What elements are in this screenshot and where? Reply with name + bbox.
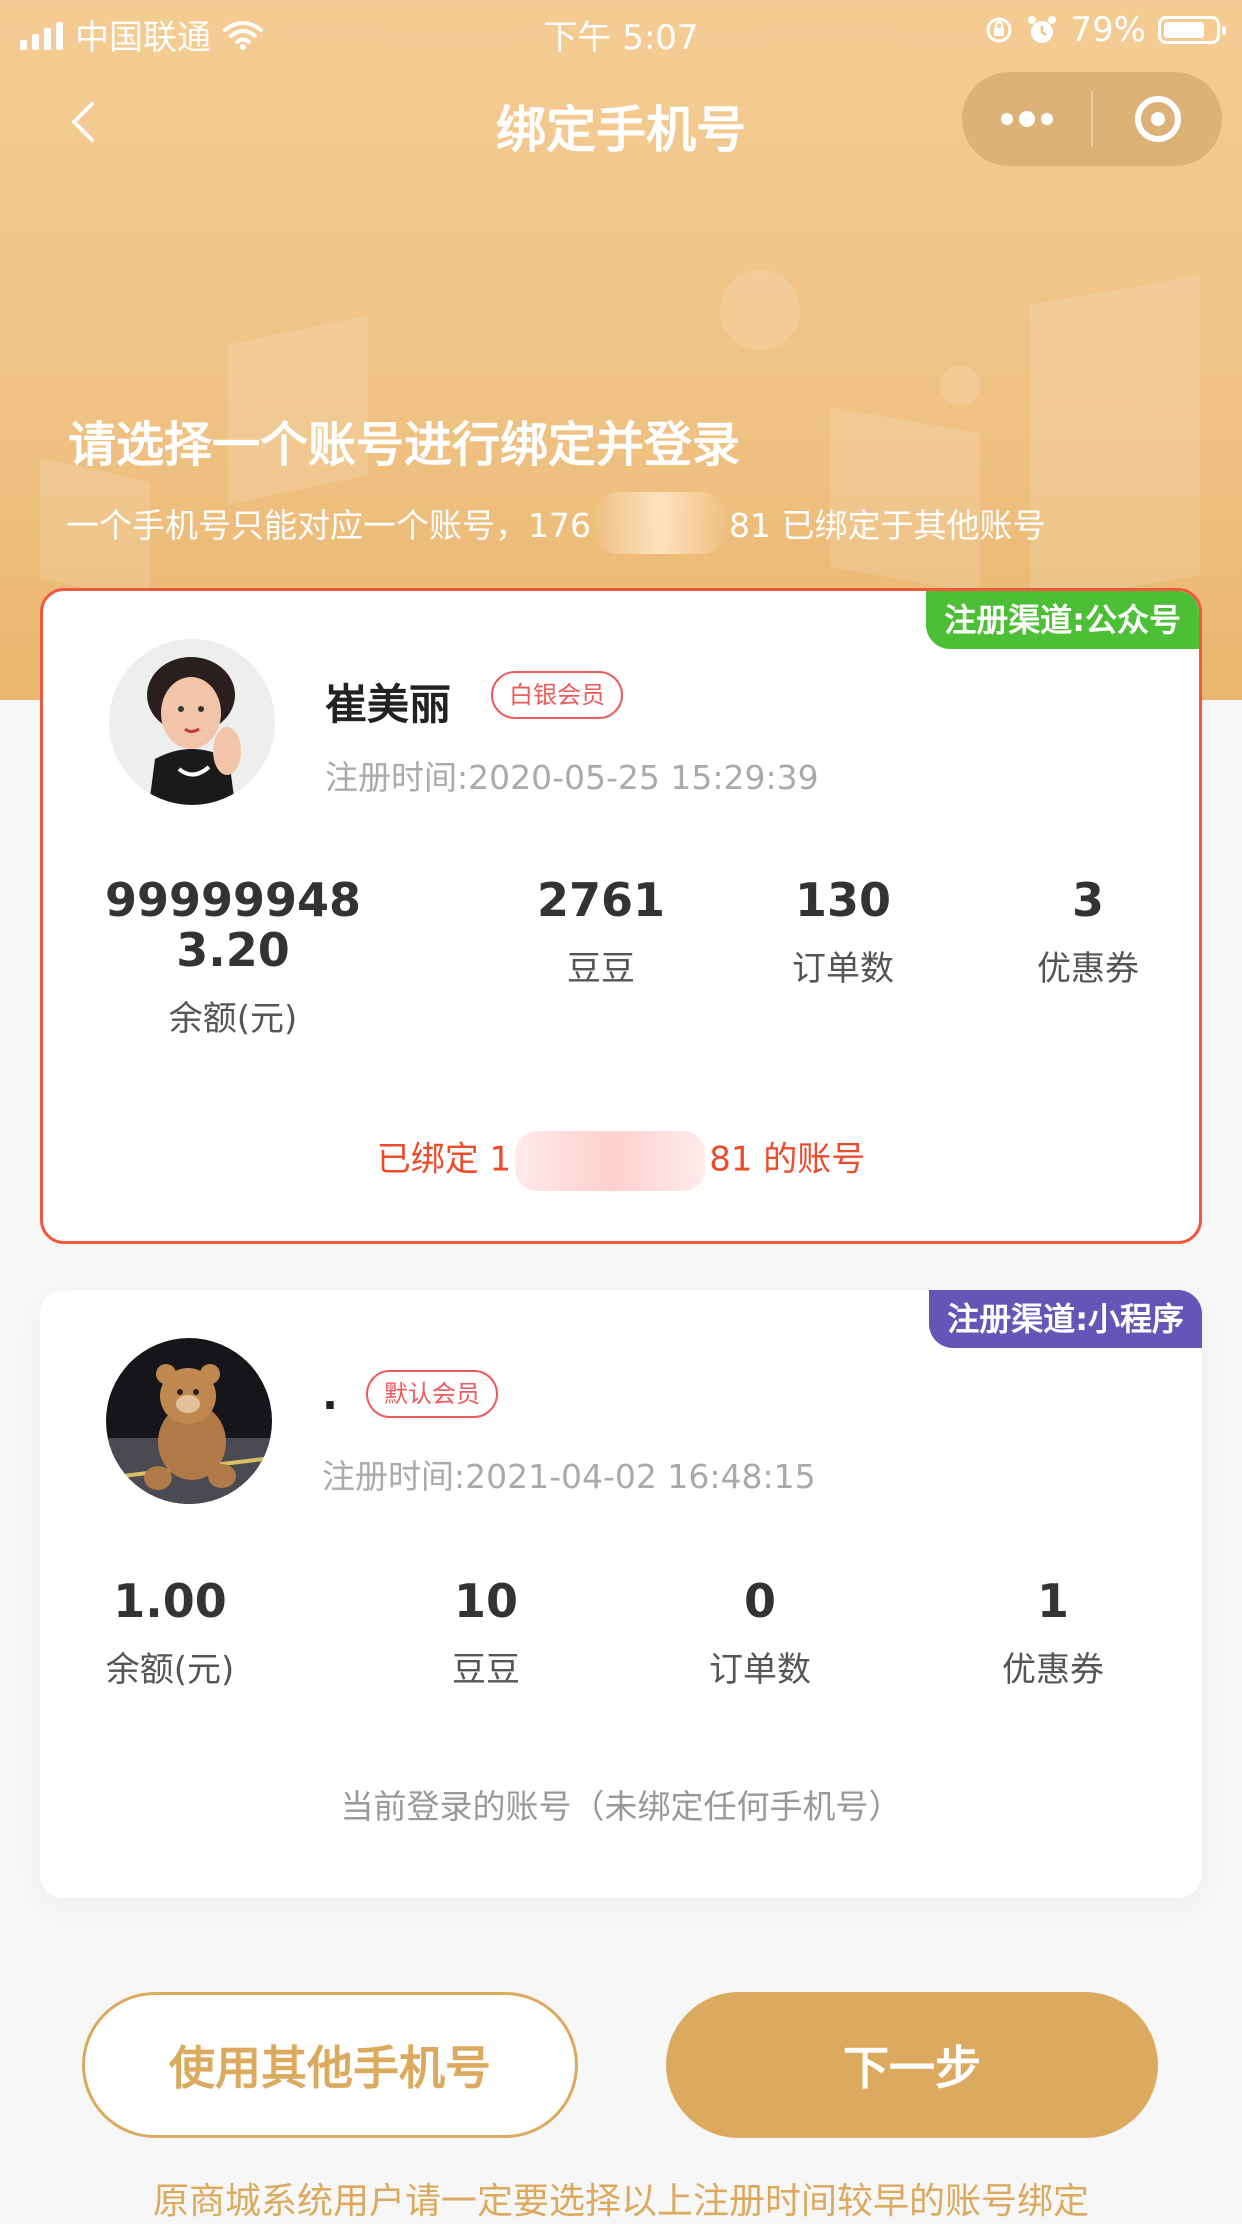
alarm-icon	[1028, 16, 1057, 43]
channel-tag: 注册渠道:小程序	[929, 1290, 1202, 1348]
orientation-lock-icon	[986, 17, 1012, 43]
member-level-badge: 默认会员	[366, 1370, 498, 1418]
account-card[interactable]: 注册渠道:小程序 . 默认会员 注册时间:2021-04-02 16:48:15…	[40, 1290, 1202, 1898]
member-level-badge: 白银会员	[491, 671, 623, 719]
account-name: .	[322, 1370, 338, 1419]
decorative-ball	[720, 270, 800, 350]
nav-bar: 绑定手机号	[0, 70, 1242, 180]
stat-value: 1	[1036, 1574, 1069, 1628]
close-miniprogram-button[interactable]	[1093, 72, 1222, 166]
avatar	[109, 639, 275, 805]
stat-value: 0	[743, 1574, 776, 1628]
stat-value: 2761	[536, 873, 666, 927]
more-button[interactable]	[962, 72, 1091, 166]
hero-title: 请选择一个账号进行绑定并登录	[68, 417, 741, 473]
stat-value: 999999483.20	[104, 873, 362, 977]
stat-coupons: 3 优惠券	[988, 875, 1188, 990]
bound-phone-note: 已绑定 1 81 的账号	[43, 1131, 1199, 1191]
current-account-note: 当前登录的账号（未绑定任何手机号）	[340, 1787, 902, 1826]
battery-percent: 79%	[1070, 10, 1146, 50]
registration-time: 注册时间:2020-05-25 15:29:39	[325, 758, 819, 797]
decorative-cube	[1030, 275, 1200, 605]
stat-beans: 2761 豆豆	[501, 875, 701, 990]
status-bar: 中国联通 下午 5:07 79%	[0, 0, 1242, 62]
stat-balance: 1.00 余额(元)	[70, 1576, 270, 1691]
stat-value: 130	[794, 873, 892, 927]
stat-beans: 10 豆豆	[386, 1576, 586, 1691]
account-name: 崔美丽	[325, 680, 452, 729]
stat-label: 豆豆	[452, 1650, 520, 1690]
next-button[interactable]: 下一步	[666, 1992, 1158, 2138]
stat-orders: 0 订单数	[660, 1576, 860, 1691]
hero-subtitle: 一个手机号只能对应一个账号，176 81 已绑定于其他账号	[66, 492, 1045, 554]
bound-note-prefix: 已绑定 1	[376, 1139, 512, 1180]
decorative-ball	[940, 365, 980, 405]
account-card[interactable]: 注册渠道:公众号 崔美丽 白银会员 注册时间:2020-05-25 15:29:…	[40, 588, 1202, 1244]
stat-label: 订单数	[709, 1650, 811, 1690]
stat-label: 订单数	[792, 949, 894, 989]
stat-label: 余额(元)	[105, 1650, 235, 1690]
avatar	[106, 1338, 272, 1504]
battery-icon	[1158, 16, 1226, 44]
phone-mask	[595, 492, 725, 554]
stat-value: 3	[1071, 873, 1104, 927]
stat-orders: 130 订单数	[743, 875, 943, 990]
hero-subtitle-suffix: 81 已绑定于其他账号	[729, 506, 1046, 545]
stat-value: 1.00	[113, 1574, 227, 1628]
use-other-phone-button[interactable]: 使用其他手机号	[82, 1992, 578, 2138]
more-dots-icon	[1000, 111, 1053, 127]
registration-time: 注册时间:2021-04-02 16:48:15	[322, 1457, 816, 1496]
stat-coupons: 1 优惠券	[953, 1576, 1153, 1691]
stat-label: 余额(元)	[168, 999, 298, 1039]
stat-label: 优惠券	[1002, 1650, 1104, 1690]
channel-tag: 注册渠道:公众号	[926, 591, 1199, 649]
stat-label: 豆豆	[567, 949, 635, 989]
target-circle-icon	[1134, 96, 1181, 142]
phone-mask	[515, 1131, 706, 1191]
footer-note: 原商城系统用户请一定要选择以上注册时间较早的账号绑定	[152, 2181, 1089, 2222]
stat-balance: 999999483.20 余额(元)	[83, 875, 383, 1040]
stat-label: 优惠券	[1037, 949, 1139, 989]
hero-subtitle-prefix: 一个手机号只能对应一个账号，176	[66, 506, 591, 545]
miniprogram-capsule	[962, 72, 1222, 166]
bound-note-suffix: 81 的账号	[709, 1139, 866, 1180]
stat-value: 10	[453, 1574, 518, 1628]
